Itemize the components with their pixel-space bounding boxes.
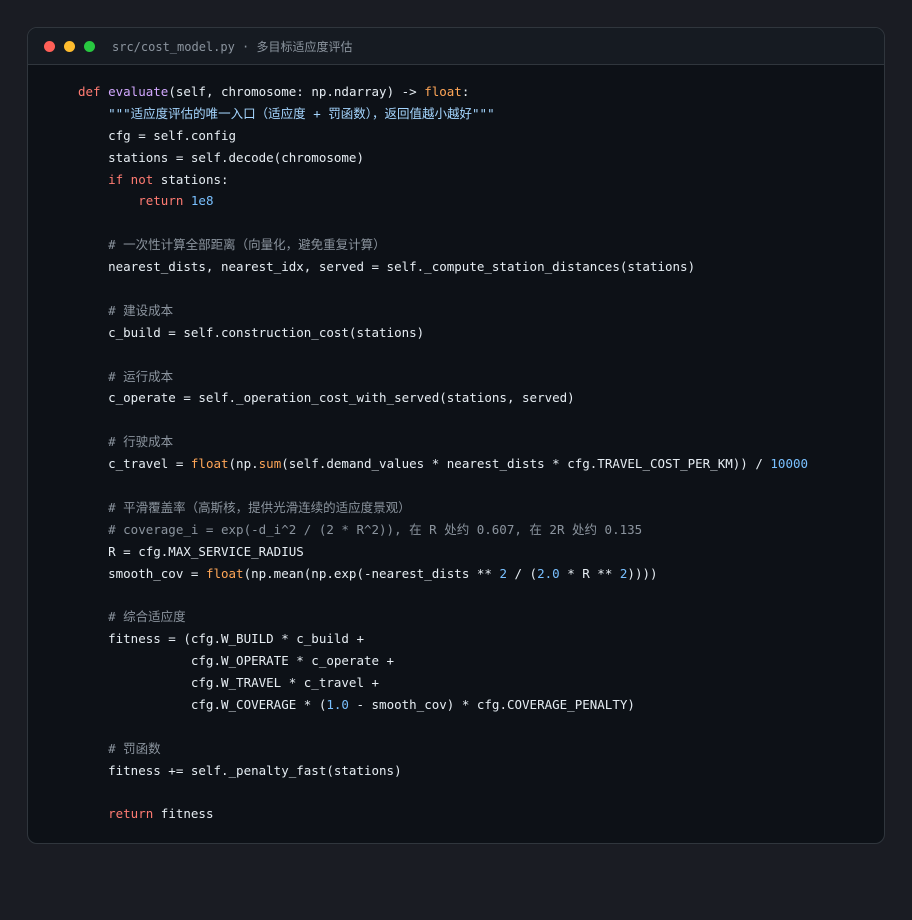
code-token: if not: [108, 171, 154, 187]
code-token: smooth_cov =: [78, 565, 206, 581]
code-token: cfg = self.config: [78, 127, 237, 143]
title-bar: src/cost_model.py · 多目标适应度评估: [28, 28, 884, 65]
code-token: evaluate: [108, 84, 169, 99]
code-token: 1.0: [326, 696, 349, 712]
code-line: cfg.W_COVERAGE * (1.0 - smooth_cov) * cf…: [78, 694, 808, 716]
code-line: cfg.W_OPERATE * c_operate +: [78, 650, 808, 672]
maximize-window-button[interactable]: [84, 40, 95, 52]
code-token: stations:: [153, 171, 229, 187]
code-token: - smooth_cov) * cfg.COVERAGE_PENALTY): [348, 696, 635, 712]
code-token: 2: [499, 565, 507, 581]
code-token: # 运行成本: [78, 368, 174, 384]
code-line: # 运行成本: [78, 366, 808, 388]
code-token: float: [190, 456, 229, 472]
code-token: cfg.W_COVERAGE * (: [78, 696, 327, 712]
code-token: # 一次性计算全部距离（向量化，避免重复计算）: [78, 237, 386, 253]
code-token: (self.demand_values * nearest_dists * cf…: [281, 456, 771, 472]
code-line: # 平滑覆盖率（高斯核，提供光滑连续的适应度景观）: [78, 497, 808, 519]
code-token: # 行驶成本: [78, 434, 174, 450]
code-line: return fitness: [78, 803, 808, 825]
code-token: return: [108, 806, 154, 822]
code-line: c_build = self.construction_cost(station…: [78, 322, 808, 344]
code-line: # coverage_i = exp(-d_i^2 / (2 * R^2)), …: [78, 519, 808, 541]
code-line: return 1e8: [78, 190, 808, 212]
code-token: # 综合适应度: [78, 609, 186, 625]
code-line: """适应度评估的唯一入口（适应度 + 罚函数），返回值越小越好""": [78, 103, 808, 125]
code-token: # 平滑覆盖率（高斯核，提供光滑连续的适应度景观）: [78, 499, 411, 515]
window-title: src/cost_model.py · 多目标适应度评估: [112, 39, 353, 54]
code-line: fitness = (cfg.W_BUILD * c_build +: [78, 628, 808, 650]
code-token: fitness = (cfg.W_BUILD * c_build +: [78, 631, 364, 647]
code-token: 10000: [770, 456, 809, 472]
code-token: stations = self.decode(chromosome): [78, 149, 364, 165]
code-token: cfg.W_TRAVEL * c_travel +: [78, 675, 380, 691]
code-line: # 一次性计算全部距离（向量化，避免重复计算）: [78, 234, 808, 256]
code-token: return: [138, 193, 184, 209]
code-editor[interactable]: def evaluate(self, chromosome: np.ndarra…: [78, 81, 808, 825]
code-token: # coverage_i = exp(-d_i^2 / (2 * R^2)), …: [78, 521, 643, 537]
code-line: # 综合适应度: [78, 606, 808, 628]
code-token: (np.mean(np.exp(-nearest_dists **: [243, 565, 500, 581]
code-window: src/cost_model.py · 多目标适应度评估 def evaluat…: [27, 27, 885, 844]
code-line: smooth_cov = float(np.mean(np.exp(-neare…: [78, 563, 808, 585]
code-token: c_travel =: [78, 456, 191, 472]
code-token: # 建设成本: [78, 302, 174, 318]
code-token: fitness += self._penalty_fast(stations): [78, 762, 402, 778]
code-token: fitness: [153, 806, 214, 822]
code-token: (self, chromosome: np.ndarray) ->: [168, 84, 425, 99]
minimize-window-button[interactable]: [64, 40, 75, 52]
code-line: # 罚函数: [78, 738, 808, 760]
close-window-button[interactable]: [44, 40, 55, 52]
code-token: # 罚函数: [78, 740, 161, 756]
code-line: def evaluate(self, chromosome: np.ndarra…: [78, 81, 808, 103]
code-token: def: [78, 84, 109, 99]
code-token: 2.0: [537, 565, 560, 581]
code-line: c_travel = float(np.sum(self.demand_valu…: [78, 453, 808, 475]
code-token: float: [205, 565, 244, 581]
code-token: :: [461, 84, 470, 99]
code-line: # 行驶成本: [78, 431, 808, 453]
code-token: sum: [258, 456, 282, 472]
code-token: * R **: [559, 565, 620, 581]
code-token: cfg.W_OPERATE * c_operate +: [78, 653, 395, 669]
code-line: cfg = self.config: [78, 125, 808, 147]
code-line: cfg.W_TRAVEL * c_travel +: [78, 672, 808, 694]
code-line: if not stations:: [78, 169, 808, 191]
code-line: fitness += self._penalty_fast(stations): [78, 760, 808, 782]
code-token: )))): [627, 565, 658, 581]
code-token: c_operate = self._operation_cost_with_se…: [78, 390, 575, 406]
code-token: nearest_dists, nearest_idx, served = sel…: [78, 259, 696, 275]
code-token: float: [424, 84, 462, 99]
code-token: R = cfg.MAX_SERVICE_RADIUS: [78, 543, 304, 559]
code-token: """适应度评估的唯一入口（适应度 + 罚函数），返回值越小越好""": [108, 105, 495, 121]
code-line: nearest_dists, nearest_idx, served = sel…: [78, 256, 808, 278]
code-token: (np.: [228, 456, 259, 472]
code-line: # 建设成本: [78, 300, 808, 322]
code-line: c_operate = self._operation_cost_with_se…: [78, 387, 808, 409]
code-line: R = cfg.MAX_SERVICE_RADIUS: [78, 541, 808, 563]
code-token: 1e8: [190, 193, 214, 209]
code-token: / (: [506, 565, 538, 581]
code-line: stations = self.decode(chromosome): [78, 147, 808, 169]
code-token: c_build = self.construction_cost(station…: [78, 324, 425, 340]
